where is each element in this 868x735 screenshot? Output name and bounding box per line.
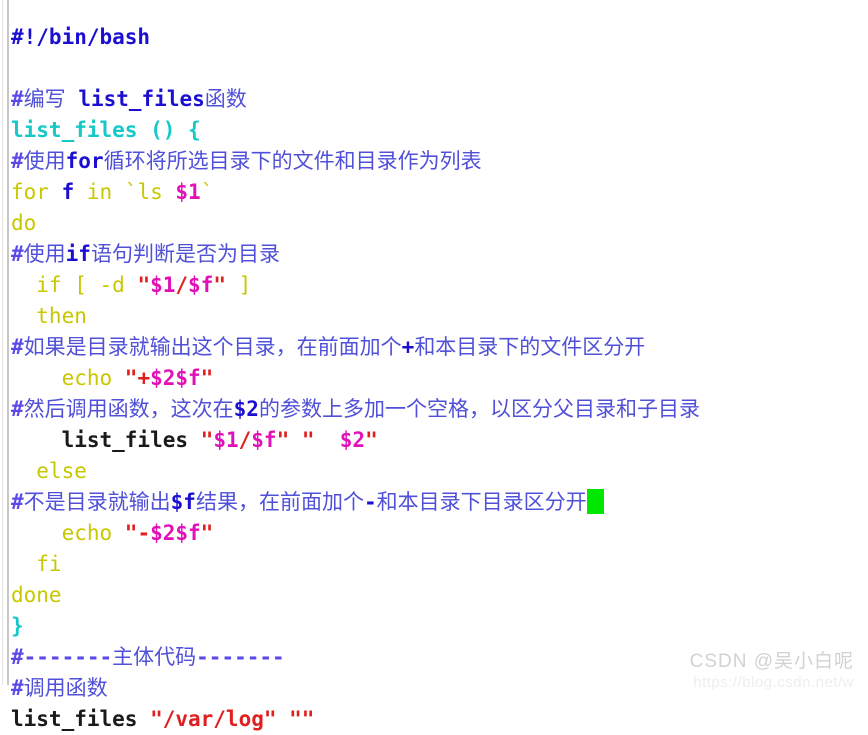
code-line[interactable]: #使用for循环将所选目录下的文件和目录作为列表 (11, 146, 868, 177)
code-token-comment-cn: 如果是目录就输出这个目录，在前面加个 (23, 335, 402, 359)
code-token-comment-cn: 不是目录就输出 (23, 490, 171, 514)
code-token-comment-hash: # (11, 87, 24, 111)
code-token-comment-cn: 的参数上多加一个空格，以区分父目录和子目录 (258, 397, 700, 421)
code-token-comment-cn: 结果，在前面加个 (195, 490, 364, 514)
code-token-string: " " (276, 428, 340, 452)
code-line[interactable]: done (11, 580, 868, 611)
code-line[interactable]: else (11, 456, 868, 487)
code-content[interactable]: #!/bin/bash #编写 list_files函数 list_files (… (11, 22, 868, 735)
code-token-keyword: `ls (124, 180, 176, 204)
code-token-comment-cn: 使用 (23, 242, 66, 266)
code-token-comment-code: $f (170, 490, 196, 514)
code-line[interactable] (11, 53, 868, 84)
code-token-comment-cn: 和本目录下的文件区分开 (414, 335, 646, 359)
code-line[interactable]: fi (11, 549, 868, 580)
code-line[interactable]: #!/bin/bash (11, 22, 868, 53)
code-token-comment-hash: #------- (11, 645, 113, 669)
code-token-comment-code: for (65, 149, 104, 173)
code-token-var: $1 (213, 428, 239, 452)
code-token-string: " (200, 521, 214, 545)
code-token-string: "+ (124, 366, 151, 390)
code-token-plain: list_files (11, 428, 201, 452)
code-token-keyword: echo (11, 521, 125, 545)
code-line[interactable]: #然后调用函数，这次在$2的参数上多加一个空格，以区分父目录和子目录 (11, 394, 868, 425)
editor-gutter (0, 0, 9, 685)
code-token-comment-code: + (401, 335, 415, 359)
code-line[interactable]: then (11, 301, 868, 332)
code-token-comment-code: $2 (233, 397, 259, 421)
code-line[interactable]: } (11, 611, 868, 642)
code-token-comment-cn: 使用 (23, 149, 66, 173)
code-token-keyword: ` (200, 180, 214, 204)
code-token-comment-code: if (65, 242, 91, 266)
code-line[interactable]: #不是目录就输出$f结果，在前面加个-和本目录下目录区分开 (11, 487, 868, 518)
code-token-comment-code: list_files (78, 87, 205, 111)
code-token-comment-hash: # (11, 242, 24, 266)
code-token-comment-cn: 然后调用函数，这次在 (23, 397, 234, 421)
code-token-var: $2$f (150, 521, 201, 545)
code-token-comment-cn: 函数 (204, 87, 247, 111)
code-token-ident: f (61, 180, 75, 204)
code-token-comment-hash: # (11, 490, 24, 514)
code-token-var: $2$f (150, 366, 201, 390)
code-line[interactable]: echo "-$2$f" (11, 518, 868, 549)
code-line[interactable]: for f in `ls $1` (11, 177, 868, 208)
code-token-keyword: else (11, 459, 87, 483)
code-line[interactable]: echo "+$2$f" (11, 363, 868, 394)
code-token-comment-cn: 编写 (23, 87, 79, 111)
code-line[interactable]: list_files "$1/$f" " $2" (11, 425, 868, 456)
code-line[interactable]: #如果是目录就输出这个目录，在前面加个+和本目录下的文件区分开 (11, 332, 868, 363)
code-token-keyword: done (11, 583, 62, 607)
code-token-comment-hash: # (11, 676, 24, 700)
code-token-string: / (175, 273, 189, 297)
code-token-string: "/var/log" "" (150, 707, 315, 731)
code-token-keyword: if [ -d (11, 273, 138, 297)
code-token-comment-cn: 循环将所选目录下的文件和目录作为列表 (103, 149, 482, 173)
text-cursor (586, 489, 604, 514)
code-token-var: $f (251, 428, 277, 452)
code-token-string: "- (124, 521, 151, 545)
code-line[interactable]: list_files () { (11, 115, 868, 146)
code-token-func: list_files () { (11, 118, 201, 142)
code-token-keyword: then (11, 304, 87, 328)
code-token-var: $1 (175, 180, 201, 204)
code-line[interactable]: #使用if语句判断是否为目录 (11, 239, 868, 270)
code-token-keyword: for (11, 180, 62, 204)
code-token-string: " (200, 428, 214, 452)
code-token-string: " (365, 428, 378, 452)
csdn-watermark: CSDN @吴小白呢 (689, 651, 854, 672)
code-token-keyword: echo (11, 366, 125, 390)
code-editor[interactable]: #!/bin/bash #编写 list_files函数 list_files (… (0, 0, 868, 731)
code-token-comment-cn: 语句判断是否为目录 (90, 242, 280, 266)
code-token-var: $1 (150, 273, 176, 297)
code-token-keyword: fi (11, 552, 62, 576)
code-line[interactable]: #编写 list_files函数 (11, 84, 868, 115)
code-token-string: / (238, 428, 252, 452)
code-token-comment-hash: # (11, 335, 24, 359)
code-token-keyword: do (11, 211, 37, 235)
code-token-var: $2 (339, 428, 366, 452)
code-token-brace: } (11, 614, 24, 638)
code-line[interactable]: if [ -d "$1/$f" ] (11, 270, 868, 301)
code-token-comment-cn: 和本目录下目录区分开 (376, 490, 587, 514)
code-token-comment-code: - (363, 490, 377, 514)
code-token-comment-hash: # (11, 149, 24, 173)
code-token-comment-hash: # (11, 397, 24, 421)
code-token-string: " (200, 366, 214, 390)
code-token-comment-cn: 主体代码 (112, 645, 197, 669)
code-token-string: " (213, 273, 226, 297)
code-token-plain: list_files (11, 707, 151, 731)
code-token-comment-cn: 调用函数 (23, 676, 108, 700)
code-line[interactable]: do (11, 208, 868, 239)
code-token-var: $f (188, 273, 214, 297)
code-token-shebang: #!/bin/bash (11, 25, 151, 49)
code-token-keyword: in (74, 180, 125, 204)
csdn-watermark-url: https://blog.csdn.net/w (693, 674, 854, 691)
code-token-comment-hash: ------- (196, 645, 285, 669)
code-token-string: " (137, 273, 151, 297)
code-token-keyword: ] (226, 273, 252, 297)
code-line[interactable]: list_files "/var/log" "" (11, 704, 868, 735)
